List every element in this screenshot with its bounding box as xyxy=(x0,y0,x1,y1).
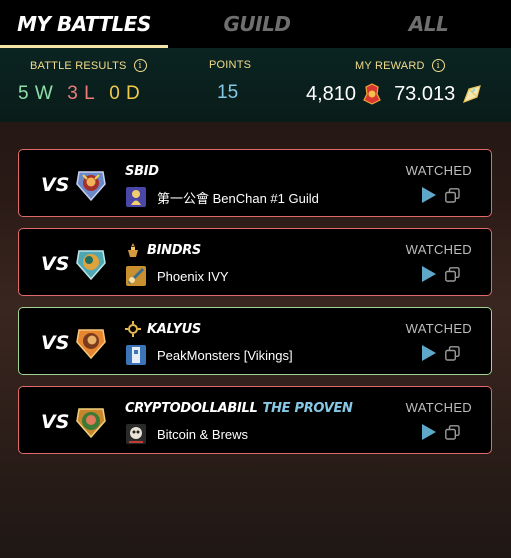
player-name[interactable]: KALYUS xyxy=(147,322,201,337)
vs-label: VS xyxy=(41,411,70,433)
guild-row: PeakMonsters [Vikings] xyxy=(125,344,293,366)
guild-icon xyxy=(126,266,146,286)
vs-label: VS xyxy=(41,174,70,196)
battle-tabs: MY BATTLES GUILD ALL xyxy=(0,0,511,48)
battle-card[interactable]: VS KALYUS PeakMonsters [Vikings] WATCHED xyxy=(18,307,492,375)
rank-icon xyxy=(128,243,138,257)
status-label: WATCHED xyxy=(405,242,472,257)
copy-icon[interactable] xyxy=(445,425,460,440)
guild-name[interactable]: Bitcoin & Brews xyxy=(157,427,248,442)
play-icon[interactable] xyxy=(421,186,437,204)
copy-icon[interactable] xyxy=(445,346,460,361)
reward-label-wrap: MY REWARD i xyxy=(355,59,445,72)
rank-icon xyxy=(125,321,141,337)
status-label: WATCHED xyxy=(405,163,472,178)
guild-name[interactable]: Phoenix IVY xyxy=(157,269,229,284)
tab-guild[interactable]: GUILD xyxy=(168,0,346,48)
info-icon[interactable]: i xyxy=(431,59,445,72)
play-icon[interactable] xyxy=(421,265,437,283)
battle-summary: BATTLE RESULTS i POINTS MY REWARD i 5 W 3… xyxy=(0,48,511,122)
points-label: POINTS xyxy=(209,59,252,71)
guild-icon xyxy=(126,424,146,444)
player-row: SBID xyxy=(125,163,159,179)
tab-all[interactable]: ALL xyxy=(346,0,511,48)
play-icon[interactable] xyxy=(421,344,437,362)
player-title: THE PROVEN xyxy=(262,400,353,416)
guild-icon xyxy=(126,345,146,365)
battle-card[interactable]: VS BINDRS Phoenix IVY WATCHED xyxy=(18,228,492,296)
copy-icon[interactable] xyxy=(445,267,460,282)
battle-results-label-wrap: BATTLE RESULTS i xyxy=(30,59,147,72)
guild-row: Bitcoin & Brews xyxy=(125,423,248,445)
draws-count: 0 D xyxy=(109,83,141,104)
battle-card[interactable]: VS CRYPTODOLLABILL THE PROVEN Bitcoin & … xyxy=(18,386,492,454)
avatar-icon xyxy=(76,408,106,439)
points-value: 15 xyxy=(217,82,239,103)
player-name[interactable]: BINDRS xyxy=(147,243,201,258)
reward-label: MY REWARD xyxy=(355,59,425,72)
vs-label: VS xyxy=(41,332,70,354)
tab-my-battles[interactable]: MY BATTLES xyxy=(0,0,168,48)
player-row: BINDRS xyxy=(125,242,201,258)
vs-label: VS xyxy=(41,253,70,275)
player-name[interactable]: CRYPTODOLLABILL xyxy=(125,401,258,416)
info-icon[interactable]: i xyxy=(133,59,147,72)
avatar-icon xyxy=(76,329,106,360)
dec-icon xyxy=(363,83,381,105)
player-row: KALYUS xyxy=(125,321,201,337)
status-label: WATCHED xyxy=(405,400,472,415)
reward-sps-value: 73.013 xyxy=(394,82,456,105)
guild-name[interactable]: 第一公會 BenChan #1 Guild xyxy=(157,188,319,207)
play-icon[interactable] xyxy=(421,423,437,441)
copy-icon[interactable] xyxy=(445,188,460,203)
battle-card[interactable]: VS SBID 第一公會 BenChan #1 Guild WATCHED xyxy=(18,149,492,217)
guild-name[interactable]: PeakMonsters [Vikings] xyxy=(157,348,293,363)
guild-row: 第一公會 BenChan #1 Guild xyxy=(125,186,319,208)
wins-count: 5 W xyxy=(18,83,54,104)
losses-count: 3 L xyxy=(67,83,96,104)
reward-dec-value: 4,810 xyxy=(306,82,357,105)
guild-row: Phoenix IVY xyxy=(125,265,229,287)
player-row: CRYPTODOLLABILL THE PROVEN xyxy=(125,400,353,416)
avatar-icon xyxy=(76,250,106,281)
guild-icon xyxy=(126,187,146,207)
player-name[interactable]: SBID xyxy=(125,164,159,179)
avatar-icon xyxy=(76,171,106,202)
sps-icon xyxy=(463,85,482,104)
battle-results: 5 W 3 L 0 D xyxy=(18,83,140,105)
reward-values: 4,810 73.013 xyxy=(306,82,483,106)
battle-results-label: BATTLE RESULTS xyxy=(30,59,127,72)
status-label: WATCHED xyxy=(405,321,472,336)
